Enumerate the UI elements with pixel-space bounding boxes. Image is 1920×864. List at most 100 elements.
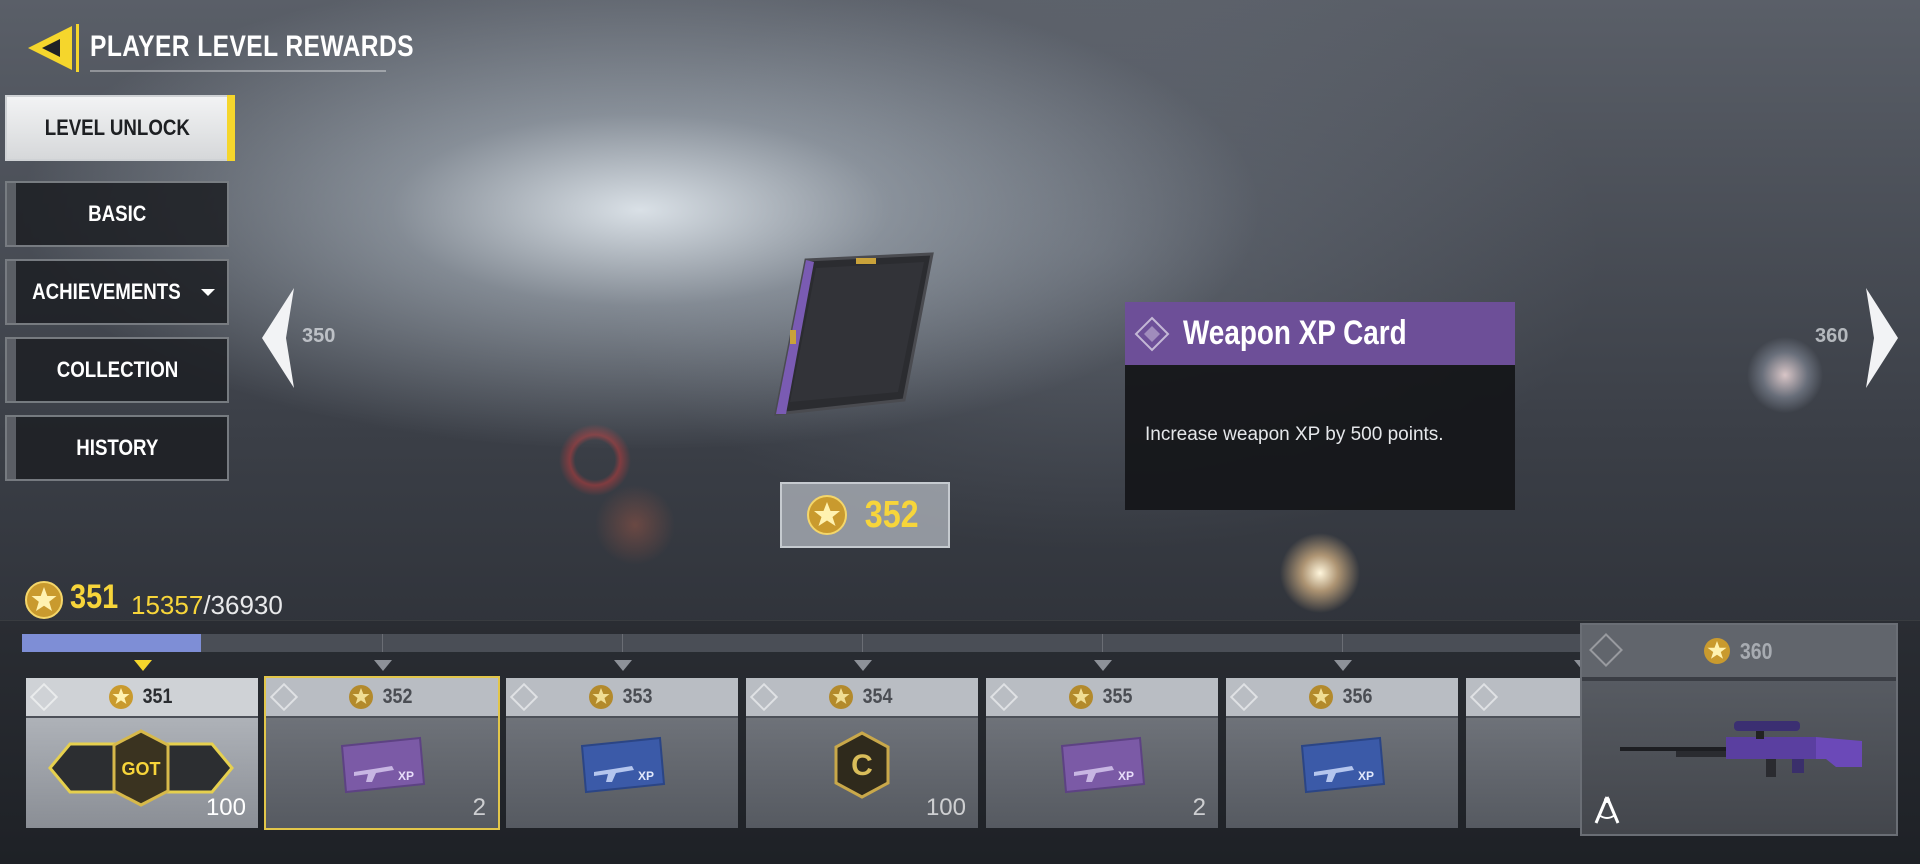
reward-card-level: 354 xyxy=(863,685,893,708)
level-progress-fill xyxy=(22,634,202,652)
reward-card-header: 354 xyxy=(746,678,978,716)
prev-level-label: 350 xyxy=(302,325,336,347)
page-title: PLAYER LEVEL REWARDS xyxy=(90,30,414,63)
header-divider xyxy=(76,24,79,72)
reward-card-partial[interactable] xyxy=(1466,678,1580,828)
reward-card-header: 353 xyxy=(506,678,738,716)
reward-card-body: XP 2 xyxy=(266,718,498,828)
reward-quantity: 2 xyxy=(1192,794,1206,821)
current-level-pointer xyxy=(134,660,152,671)
xp-total: /36930 xyxy=(203,590,283,620)
reward-card-351[interactable]: 351 GOT 100 xyxy=(26,678,258,828)
cod-points-icon: C xyxy=(834,731,890,799)
reward-card-level: 353 xyxy=(623,685,653,708)
track-tick xyxy=(1342,634,1343,652)
reward-card-353[interactable]: 353 XP xyxy=(506,678,738,828)
rarity-diamond-icon xyxy=(749,682,779,712)
rarity-diamond-icon xyxy=(1589,633,1623,667)
reward-card-352[interactable]: 352 XP 2 xyxy=(264,676,500,830)
nav-label: LEVEL UNLOCK xyxy=(44,115,190,140)
track-tick xyxy=(382,634,383,652)
level-star-icon xyxy=(1069,685,1094,709)
level-star-icon xyxy=(25,581,63,619)
reward-name: Weapon XP Card xyxy=(1183,314,1407,352)
xp-progress-text: 15357/36930 xyxy=(131,590,283,621)
reward-case-icon xyxy=(774,252,934,416)
reward-card-header: 352 xyxy=(266,678,498,716)
milestone-level: 360 xyxy=(1739,637,1773,664)
milestone-card-body xyxy=(1582,681,1896,834)
blue-weapon-xp-card-icon: XP xyxy=(1300,736,1386,794)
back-arrow-icon[interactable] xyxy=(24,22,74,74)
level-star-icon xyxy=(349,685,374,709)
reward-card-header xyxy=(1466,678,1580,716)
reward-card-356[interactable]: 356 XP xyxy=(1226,678,1458,828)
rarity-diamond-icon xyxy=(1229,682,1259,712)
level-pointer xyxy=(1334,660,1352,671)
nav-label: BASIC xyxy=(87,201,147,226)
reward-card-body xyxy=(1466,718,1580,828)
header-underline xyxy=(90,70,386,72)
reward-info-card: Weapon XP Card Increase weapon XP by 500… xyxy=(1125,302,1515,510)
chevron-down-icon xyxy=(201,288,216,296)
svg-text:XP: XP xyxy=(1118,769,1134,783)
reward-card-body: XP 2 xyxy=(986,718,1218,828)
reward-card-level: 351 xyxy=(143,685,173,708)
track-tick xyxy=(622,634,623,652)
rarity-diamond-icon xyxy=(29,682,59,712)
nav-label: ACHIEVEMENTS xyxy=(31,279,181,304)
reward-card-header: 355 xyxy=(986,678,1218,716)
reward-quantity: 100 xyxy=(925,794,966,821)
milestone-card-header: 360 xyxy=(1582,625,1896,677)
nav-label: COLLECTION xyxy=(56,357,178,382)
level-pointer xyxy=(614,660,632,671)
nav-label: HISTORY xyxy=(75,435,159,460)
xp-current: 15357 xyxy=(131,590,204,620)
reward-card-body: XP xyxy=(506,718,738,828)
reward-card-body: XP xyxy=(1226,718,1458,828)
reward-card-355[interactable]: 355 XP 2 xyxy=(986,678,1218,828)
featured-level-number: 352 xyxy=(865,493,919,536)
reward-card-body: GOT 100 xyxy=(26,718,258,828)
rarity-diamond-icon xyxy=(509,682,539,712)
level-pointer xyxy=(374,660,392,671)
next-arrow-icon[interactable] xyxy=(1862,286,1902,390)
level-star-icon xyxy=(589,685,614,709)
featured-level-badge: 352 xyxy=(780,482,950,548)
level-progress-bar xyxy=(22,634,1582,652)
svg-text:C: C xyxy=(851,749,873,782)
reward-card-level: 352 xyxy=(383,685,413,708)
reward-card-level: 355 xyxy=(1103,685,1133,708)
blue-weapon-xp-card-icon: XP xyxy=(580,736,666,794)
reward-card-body: C 100 xyxy=(746,718,978,828)
rarity-diamond-icon xyxy=(1469,682,1499,712)
rarity-diamond-icon xyxy=(269,682,299,712)
nav-history[interactable]: HISTORY xyxy=(5,415,229,481)
reward-card-level: 356 xyxy=(1343,685,1373,708)
sniper-rifle-blueprint-icon xyxy=(1620,721,1862,777)
rarity-diamond-icon xyxy=(1134,316,1170,351)
reward-card-354[interactable]: 354 C 100 xyxy=(746,678,978,828)
level-star-icon xyxy=(1309,685,1334,709)
nav-collection[interactable]: COLLECTION xyxy=(5,337,229,403)
level-star-icon xyxy=(109,685,134,709)
level-star-icon xyxy=(807,495,848,535)
purple-weapon-xp-card-icon: XP xyxy=(1060,736,1146,794)
next-level-label: 360 xyxy=(1815,325,1849,347)
reward-description: Increase weapon XP by 500 points. xyxy=(1145,424,1444,445)
reward-quantity: 2 xyxy=(472,794,486,821)
blueprint-compass-icon xyxy=(1594,796,1620,824)
milestone-reward-card-360[interactable]: 360 xyxy=(1580,623,1898,836)
nav-level-unlock[interactable]: LEVEL UNLOCK xyxy=(5,95,235,161)
nav-achievements[interactable]: ACHIEVEMENTS xyxy=(5,259,229,325)
claimed-badge-text: GOT xyxy=(122,759,161,779)
level-pointer xyxy=(854,660,872,671)
prev-arrow-icon[interactable] xyxy=(258,286,298,390)
level-pointer xyxy=(1094,660,1112,671)
reward-quantity: 100 xyxy=(205,794,246,821)
svg-text:XP: XP xyxy=(638,769,654,783)
nav-basic[interactable]: BASIC xyxy=(5,181,229,247)
track-tick xyxy=(862,634,863,652)
level-star-icon xyxy=(829,685,854,709)
level-star-icon xyxy=(1703,638,1730,664)
